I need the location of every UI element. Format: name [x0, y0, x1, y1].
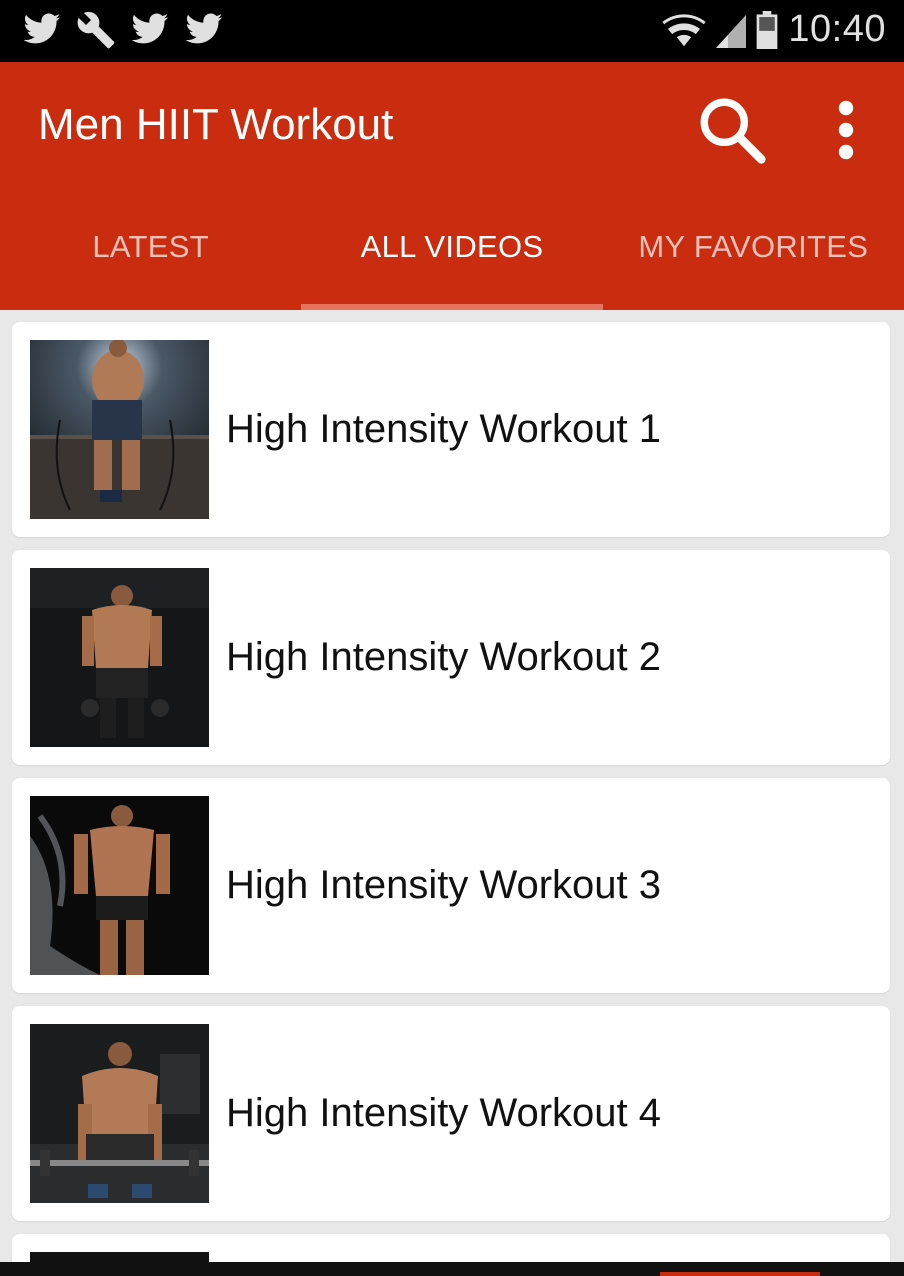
- app-bar: Men HIIT Workout LATEST ALL VIDEOS MY FA…: [0, 62, 904, 310]
- search-button[interactable]: [690, 88, 774, 172]
- video-title: High Intensity Workout 4: [226, 1091, 662, 1135]
- twitter-icon: [131, 13, 169, 44]
- tab-latest[interactable]: LATEST: [0, 212, 301, 310]
- wifi-icon: [662, 13, 707, 46]
- signal-icon: [716, 14, 747, 48]
- video-title: High Intensity Workout 2: [226, 635, 662, 679]
- overflow-menu-icon: [838, 100, 854, 160]
- list-item[interactable]: High Intensity Workout 2: [12, 550, 890, 765]
- clock: 10:40: [788, 8, 886, 50]
- list-item[interactable]: High Intensity Workout 4: [12, 1006, 890, 1221]
- search-icon: [700, 98, 766, 164]
- notification-icons: [22, 10, 224, 50]
- video-title: High Intensity Workout 3: [226, 863, 662, 907]
- list-item[interactable]: High Intensity Workout 1: [12, 322, 890, 537]
- battery-icon: [757, 10, 778, 49]
- video-thumbnail: [30, 1024, 209, 1203]
- system-indicators: 10:40: [662, 8, 886, 51]
- video-thumbnail: [30, 340, 209, 519]
- twitter-icon: [23, 13, 61, 44]
- tab-bar: LATEST ALL VIDEOS MY FAVORITES: [0, 212, 904, 310]
- list-item[interactable]: High Intensity Workout 3: [12, 778, 890, 993]
- tab-all-videos[interactable]: ALL VIDEOS: [301, 212, 603, 310]
- video-title: High Intensity Workout 1: [226, 407, 662, 451]
- tab-my-favorites[interactable]: MY FAVORITES: [603, 212, 904, 310]
- wrench-icon: [77, 11, 115, 49]
- status-bar: 10:40: [0, 0, 904, 62]
- video-thumbnail: [30, 1252, 209, 1262]
- overflow-menu-button[interactable]: [818, 88, 874, 172]
- twitter-icon: [185, 13, 223, 44]
- video-list: High Intensity Workout 1 High Intensity …: [12, 322, 890, 1274]
- video-thumbnail: [30, 568, 209, 747]
- bottom-accent: [660, 1272, 820, 1276]
- app-title: Men HIIT Workout: [38, 100, 394, 149]
- video-thumbnail: [30, 796, 209, 975]
